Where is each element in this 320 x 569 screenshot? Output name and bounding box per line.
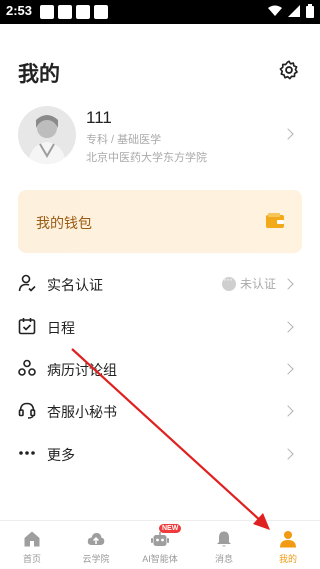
page-title: 我的 xyxy=(18,63,60,86)
new-badge: NEW xyxy=(159,524,182,533)
menu-item-label: 实名认证 xyxy=(47,277,103,293)
menu-item-label: 病历讨论组 xyxy=(47,362,117,378)
menu-item-real-name-verification[interactable]: 实名认证 未认证 xyxy=(0,263,320,305)
chevron-right-icon xyxy=(282,448,294,460)
menu-item-assistant[interactable]: 杏服小秘书 xyxy=(0,390,320,432)
verification-status-text: 未认证 xyxy=(240,277,277,291)
tab-messages[interactable]: 消息 xyxy=(192,521,256,569)
notification-icon xyxy=(94,5,108,19)
home-icon xyxy=(24,531,40,547)
notification-icons xyxy=(40,5,108,19)
profile-chevron-right-icon[interactable] xyxy=(282,128,294,140)
menu-item-more[interactable]: 更多 xyxy=(0,433,320,475)
wallet-icon xyxy=(266,213,284,228)
tab-home[interactable]: 首页 xyxy=(0,521,64,569)
chevron-right-icon xyxy=(282,363,294,375)
wifi-icon xyxy=(268,5,282,16)
tab-label: 消息 xyxy=(214,554,233,564)
headset-icon xyxy=(18,402,36,419)
user-major: 专科 / 基础医学 xyxy=(86,134,162,146)
chevron-right-icon xyxy=(282,405,294,417)
avatar[interactable] xyxy=(18,106,76,164)
wallet-label: 我的钱包 xyxy=(36,215,92,231)
cloud-upload-icon xyxy=(87,533,105,545)
menu-item-label: 日程 xyxy=(47,320,75,336)
bell-icon xyxy=(217,531,231,547)
tab-label: 云学院 xyxy=(82,554,110,564)
user-verify-icon xyxy=(18,274,36,292)
ellipsis-icon xyxy=(19,451,35,455)
wallet-card[interactable]: 我的钱包 xyxy=(18,190,302,253)
system-status-icons xyxy=(268,4,314,18)
tab-label: AI智能体 xyxy=(142,554,178,564)
verification-status: 未认证 xyxy=(222,272,277,292)
user-school: 北京中医药大学东方学院 xyxy=(86,152,207,164)
menu-item-case-discussion[interactable]: 病历讨论组 xyxy=(0,348,320,390)
chevron-right-icon xyxy=(282,321,294,333)
tab-label: 我的 xyxy=(278,554,297,564)
notification-icon xyxy=(40,5,54,19)
chevron-right-icon xyxy=(282,278,294,290)
menu-item-schedule[interactable]: 日程 xyxy=(0,306,320,348)
person-icon xyxy=(280,531,296,548)
notification-icon xyxy=(76,5,90,19)
tab-mine[interactable]: 我的 xyxy=(256,521,320,569)
status-bar: 2:53 xyxy=(0,0,320,24)
tab-label: 首页 xyxy=(22,554,41,564)
calendar-icon xyxy=(18,318,36,335)
menu-item-label: 更多 xyxy=(47,447,75,463)
status-time: 2:53 xyxy=(6,3,33,18)
default-avatar-icon xyxy=(28,115,66,164)
username: 111 xyxy=(86,108,112,127)
settings-gear-icon[interactable] xyxy=(278,59,300,81)
group-nodes-icon xyxy=(18,359,36,376)
tab-cloud-academy[interactable]: 云学院 xyxy=(64,521,128,569)
signal-icon xyxy=(288,5,300,17)
battery-icon xyxy=(306,4,314,18)
notification-icon xyxy=(58,5,72,19)
more-dots-icon xyxy=(222,272,236,291)
menu-item-label: 杏服小秘书 xyxy=(47,404,117,420)
